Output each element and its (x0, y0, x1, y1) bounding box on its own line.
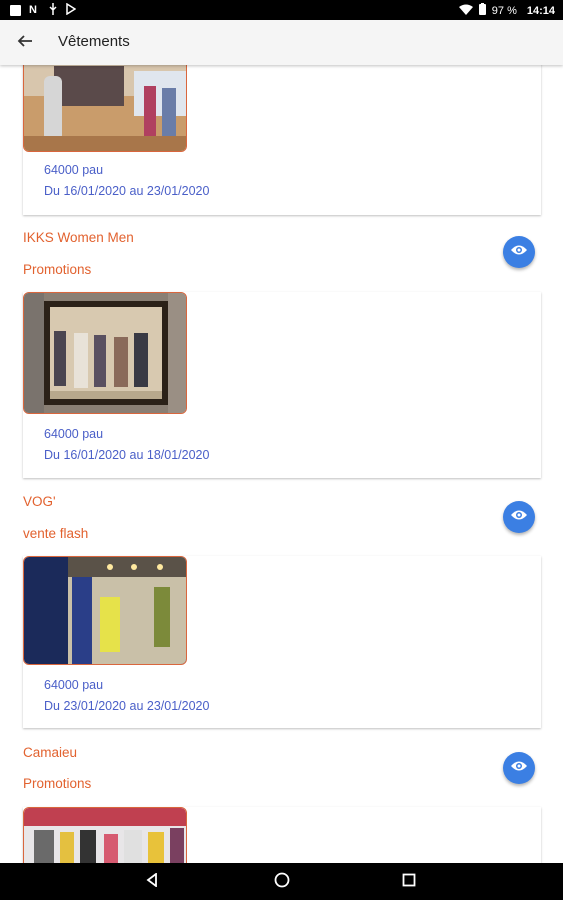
triangle-back-icon (145, 871, 159, 892)
listing-dates: Du 16/01/2020 au 23/01/2020 (44, 184, 210, 198)
play-icon (66, 2, 77, 18)
app-bar: Vêtements (0, 20, 563, 65)
battery-icon (478, 3, 486, 18)
back-button[interactable] (12, 30, 38, 56)
page-title: Vêtements (58, 33, 130, 50)
eye-icon (510, 243, 528, 261)
store-name[interactable]: Camaieu (23, 745, 77, 760)
recents-nav-button[interactable] (399, 872, 419, 892)
listing-card[interactable]: 64000 pau Du 23/01/2020 au 23/01/2020 (23, 556, 541, 728)
promo-type: vente flash (23, 526, 89, 541)
listing-card[interactable]: 64000 pau Du 16/01/2020 au 18/01/2020 (23, 292, 541, 478)
clock: 14:14 (526, 4, 555, 17)
listing-dates: Du 16/01/2020 au 18/01/2020 (44, 448, 210, 462)
circle-home-icon (274, 872, 290, 893)
arrow-back-icon (17, 33, 33, 54)
wifi-icon (458, 4, 473, 18)
home-nav-button[interactable] (272, 872, 292, 892)
listing-card[interactable] (23, 807, 541, 863)
listing-price: 64000 pau (44, 427, 104, 441)
view-button[interactable] (503, 236, 535, 268)
view-button[interactable] (503, 752, 535, 784)
listing-price: 64000 pau (44, 678, 104, 692)
store-name[interactable]: IKKS Women Men (23, 230, 134, 245)
store-name[interactable]: VOG' (23, 494, 56, 509)
square-recents-icon (402, 873, 416, 892)
usb-icon (48, 3, 58, 18)
view-button[interactable] (503, 501, 535, 533)
status-bar: N 97 % 14:14 (0, 0, 563, 20)
eye-icon (510, 508, 528, 526)
eye-icon (510, 759, 528, 777)
n-icon: N (29, 4, 37, 16)
promo-type: Promotions (23, 262, 92, 277)
store-photo[interactable] (23, 556, 187, 665)
battery-level: 97 % (491, 4, 517, 17)
store-photo[interactable] (23, 807, 187, 863)
listing-card[interactable]: 64000 pau Du 16/01/2020 au 23/01/2020 (23, 65, 541, 215)
promo-type: Promotions (23, 776, 92, 791)
navigation-bar (0, 863, 563, 900)
listing-price: 64000 pau (44, 163, 104, 177)
back-nav-button[interactable] (142, 871, 162, 892)
listing-dates: Du 23/01/2020 au 23/01/2020 (44, 699, 210, 713)
listing-feed[interactable]: 64000 pau Du 16/01/2020 au 23/01/2020 IK… (0, 65, 563, 863)
store-photo[interactable] (23, 65, 187, 152)
store-photo[interactable] (23, 292, 187, 414)
notification-icon (10, 5, 21, 16)
